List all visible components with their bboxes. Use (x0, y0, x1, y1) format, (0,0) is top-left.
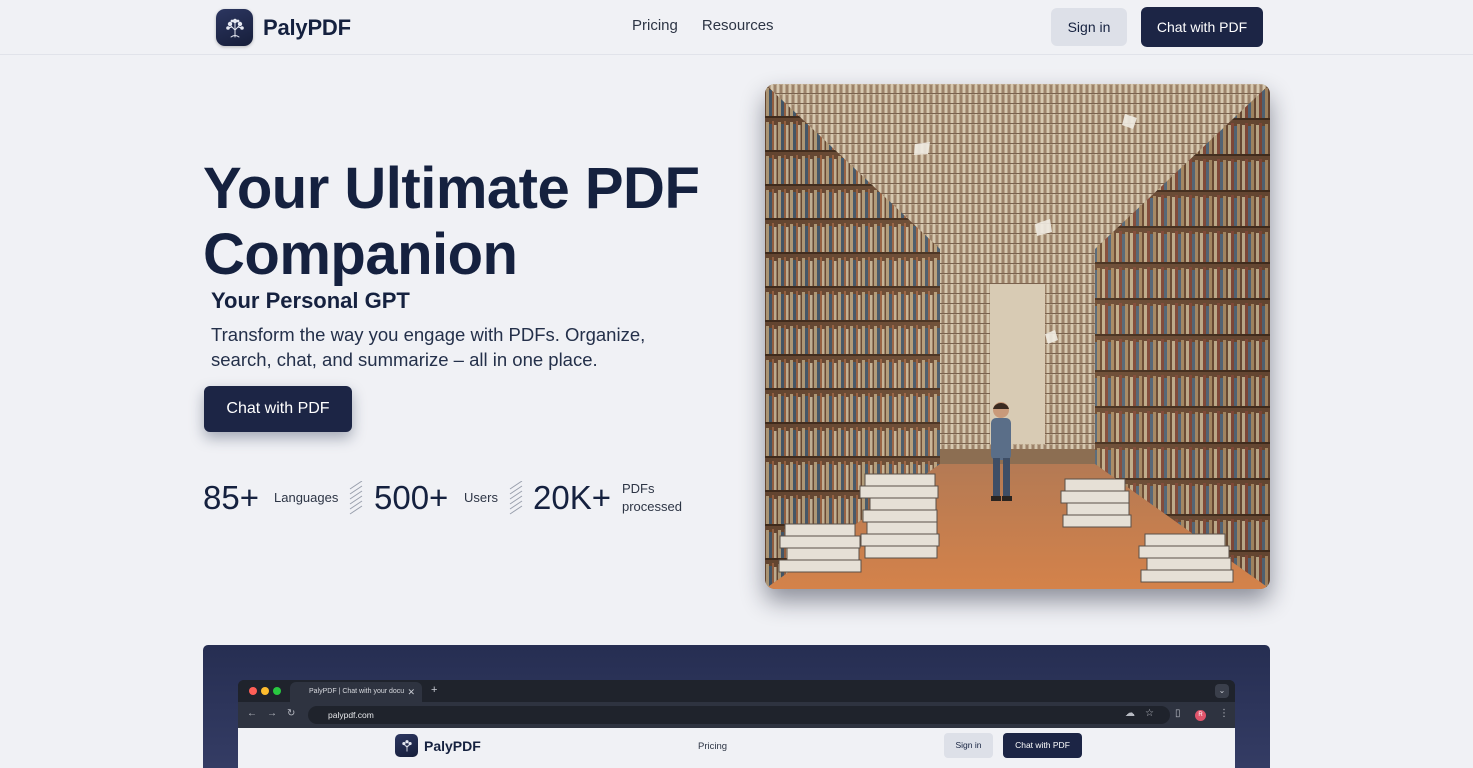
brand-name: PalyPDF (263, 14, 351, 40)
preview-page: PalyPDF Pricing Sign in Chat with PDF (238, 728, 1235, 768)
tab-close-icon: ✕ (407, 687, 415, 697)
browser-tab-bar: PalyPDF | Chat with your docu ✕ + ⌄ (238, 680, 1235, 702)
stat-divider (349, 481, 363, 515)
stat-languages-label: Languages (274, 490, 339, 505)
more-menu-icon: ⋮ (1219, 708, 1229, 719)
forward-arrow-icon: → (267, 708, 277, 719)
preview-brand-name: PalyPDF (424, 738, 481, 754)
tab-title: PalyPDF | Chat with your docu (309, 688, 405, 695)
library-illustration-image (765, 84, 1270, 589)
cloud-icon: ☁ (1125, 708, 1135, 719)
chat-with-pdf-nav-button[interactable]: Chat with PDF (1141, 7, 1263, 47)
top-navbar: PalyPDF Pricing Resources Sign in Chat w… (0, 0, 1473, 55)
reload-icon: ↻ (287, 708, 296, 719)
tree-icon (216, 9, 253, 46)
url-text: palypdf.com (328, 710, 374, 720)
stat-users-label: Users (464, 490, 498, 505)
star-icon: ☆ (1145, 708, 1154, 719)
main-nav: Pricing Resources (632, 17, 774, 34)
profile-avatar: R (1195, 710, 1206, 721)
new-tab-icon: + (431, 684, 438, 696)
brand-logo-link[interactable]: PalyPDF (216, 9, 351, 46)
preview-sign-in-button: Sign in (944, 733, 993, 758)
browser-url-bar: ← → ↻ palypdf.com ☁ ☆ ▯ R ⋮ (238, 702, 1235, 728)
browser-tab: PalyPDF | Chat with your docu ✕ (290, 682, 422, 702)
hero-subtitle: Your Personal GPT (211, 288, 410, 313)
stat-users-value: 500+ (374, 479, 449, 516)
preview-pricing-link: Pricing (698, 741, 728, 752)
sidebar-icon: ▯ (1175, 708, 1181, 719)
stat-languages-value: 85+ (203, 479, 259, 516)
stat-divider (509, 481, 523, 515)
sign-in-button[interactable]: Sign in (1051, 8, 1127, 46)
stat-pdfs-label: PDFs processed (622, 481, 682, 514)
window-minimize-dot-icon (261, 687, 269, 695)
window-maximize-dot-icon (273, 687, 281, 695)
tree-icon (395, 734, 418, 757)
nav-resources-link[interactable]: Resources (702, 17, 774, 34)
chevron-down-icon: ⌄ (1215, 684, 1229, 698)
chat-with-pdf-hero-button[interactable]: Chat with PDF (204, 386, 352, 432)
stat-pdfs-value: 20K+ (533, 479, 611, 516)
nav-pricing-link[interactable]: Pricing (632, 17, 678, 34)
back-arrow-icon: ← (247, 708, 257, 719)
product-preview-section: PalyPDF | Chat with your docu ✕ + ⌄ ← → … (203, 645, 1270, 768)
address-field: palypdf.com (308, 706, 1170, 724)
hero-title: Your Ultimate PDF Companion (203, 156, 700, 287)
window-close-dot-icon (249, 687, 257, 695)
preview-chat-button: Chat with PDF (1003, 733, 1082, 758)
hero-description: Transform the way you engage with PDFs. … (211, 324, 646, 370)
browser-window-mockup: PalyPDF | Chat with your docu ✕ + ⌄ ← → … (238, 680, 1235, 768)
